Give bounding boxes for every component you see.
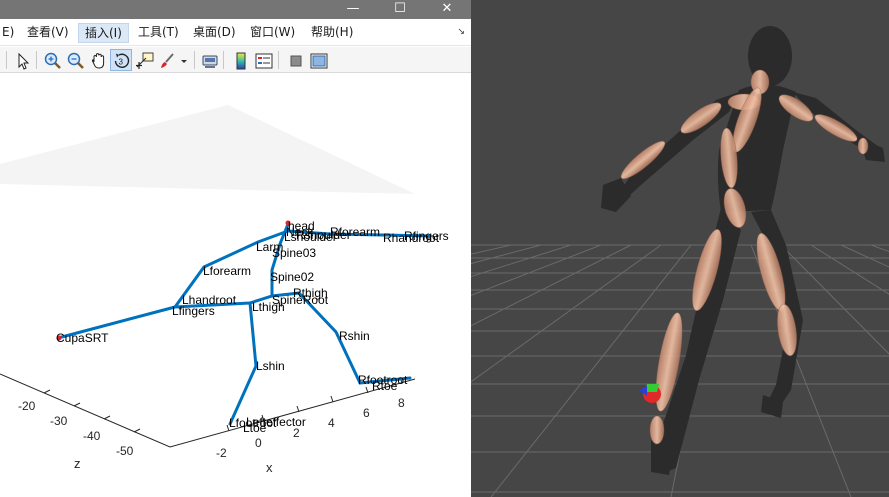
- z-axis-label: z: [74, 456, 81, 471]
- zoom-out-icon[interactable]: [64, 49, 86, 71]
- menu-insert[interactable]: 插入(I): [78, 23, 129, 43]
- capsule-right-hand: [857, 137, 869, 155]
- joint-label: Lshin: [256, 359, 285, 373]
- toolbar-separator: [278, 51, 279, 69]
- data-cursor-icon[interactable]: [133, 49, 155, 71]
- joint-label: Lforearm: [203, 264, 251, 278]
- pan-hand-icon[interactable]: [87, 49, 109, 71]
- brush-icon[interactable]: [156, 49, 178, 71]
- transform-gizmo-icon[interactable]: [639, 384, 661, 403]
- joint-label: Rshin: [339, 329, 370, 343]
- toolbar-separator: [6, 51, 7, 69]
- menu-view[interactable]: 查看(V): [21, 23, 75, 43]
- joint-label: Spine02: [270, 270, 314, 284]
- joint-label: Rthigh: [293, 286, 328, 300]
- maximize-button[interactable]: ☐: [377, 0, 423, 19]
- show-plot-tools-icon[interactable]: [307, 49, 329, 71]
- z-tick-label: -40: [83, 429, 101, 443]
- x-tick-label: 0: [255, 436, 262, 450]
- close-button[interactable]: ✕: [424, 0, 470, 19]
- joint-label: Ltoe: [243, 421, 267, 435]
- joint-label: Lfingers: [172, 304, 215, 318]
- z-tick-label: -20: [18, 399, 36, 413]
- x-axis-label: x: [266, 460, 273, 475]
- rotate-3d-icon[interactable]: 3: [110, 49, 132, 71]
- select-arrow-icon[interactable]: [11, 49, 33, 71]
- 3d-viewport[interactable]: [471, 0, 889, 497]
- menu-edit[interactable]: E): [0, 23, 20, 43]
- skeleton-plot[interactable]: -20 -30 -40 -50 z -2 0 2 4 6 8 x head Ne…: [0, 74, 471, 497]
- toolbar-separator: [223, 51, 224, 69]
- axes-left-pane: [0, 105, 415, 194]
- toolbar: 3: [0, 47, 471, 73]
- joint-label: Rtoe: [372, 379, 398, 393]
- joint-label: Rforearm: [330, 225, 380, 239]
- ground-grid: [471, 244, 889, 497]
- x-tick-label: 8: [398, 396, 405, 410]
- joint-label: Spine03: [272, 246, 316, 260]
- x-tick-label: 6: [363, 406, 370, 420]
- toolbar-separator: [36, 51, 37, 69]
- joint-label: Lthigh: [252, 300, 285, 314]
- plot-axes[interactable]: -20 -30 -40 -50 z -2 0 2 4 6 8 x head Ne…: [0, 74, 471, 497]
- capsule-left-foot: [649, 415, 665, 445]
- z-tick-label: -50: [116, 444, 134, 458]
- mannequin-body: [601, 26, 885, 475]
- z-tick-label: -30: [50, 414, 68, 428]
- colorbar-icon[interactable]: [229, 49, 251, 71]
- link-plot-icon[interactable]: [198, 49, 220, 71]
- brush-dropdown-icon[interactable]: [177, 49, 189, 71]
- legend-icon[interactable]: [252, 49, 274, 71]
- menu-tools[interactable]: 工具(T): [132, 23, 185, 43]
- joint-label: Rhandroot: [383, 231, 440, 245]
- menu-bar: E) 查看(V) 插入(I) 工具(T) 桌面(D) 窗口(W) 帮助(H) ↘: [0, 19, 471, 46]
- toolbar-separator: [194, 51, 195, 69]
- zoom-in-icon[interactable]: [41, 49, 63, 71]
- joint-label: CupaSRT: [56, 331, 109, 345]
- minimize-button[interactable]: —: [330, 0, 376, 19]
- svg-text:3: 3: [119, 58, 124, 67]
- x-tick-label: 4: [328, 416, 335, 430]
- menu-desktop[interactable]: 桌面(D): [187, 23, 242, 43]
- title-bar: — ☐ ✕: [0, 0, 471, 19]
- hide-plot-tools-icon[interactable]: [284, 49, 306, 71]
- menu-overflow-icon[interactable]: ↘: [457, 27, 465, 37]
- character-render[interactable]: [471, 0, 889, 497]
- menu-window[interactable]: 窗口(W): [244, 23, 301, 43]
- x-tick-label: -2: [216, 446, 227, 460]
- figure-window: — ☐ ✕ E) 查看(V) 插入(I) 工具(T) 桌面(D) 窗口(W) 帮…: [0, 0, 471, 497]
- menu-help[interactable]: 帮助(H): [305, 23, 359, 43]
